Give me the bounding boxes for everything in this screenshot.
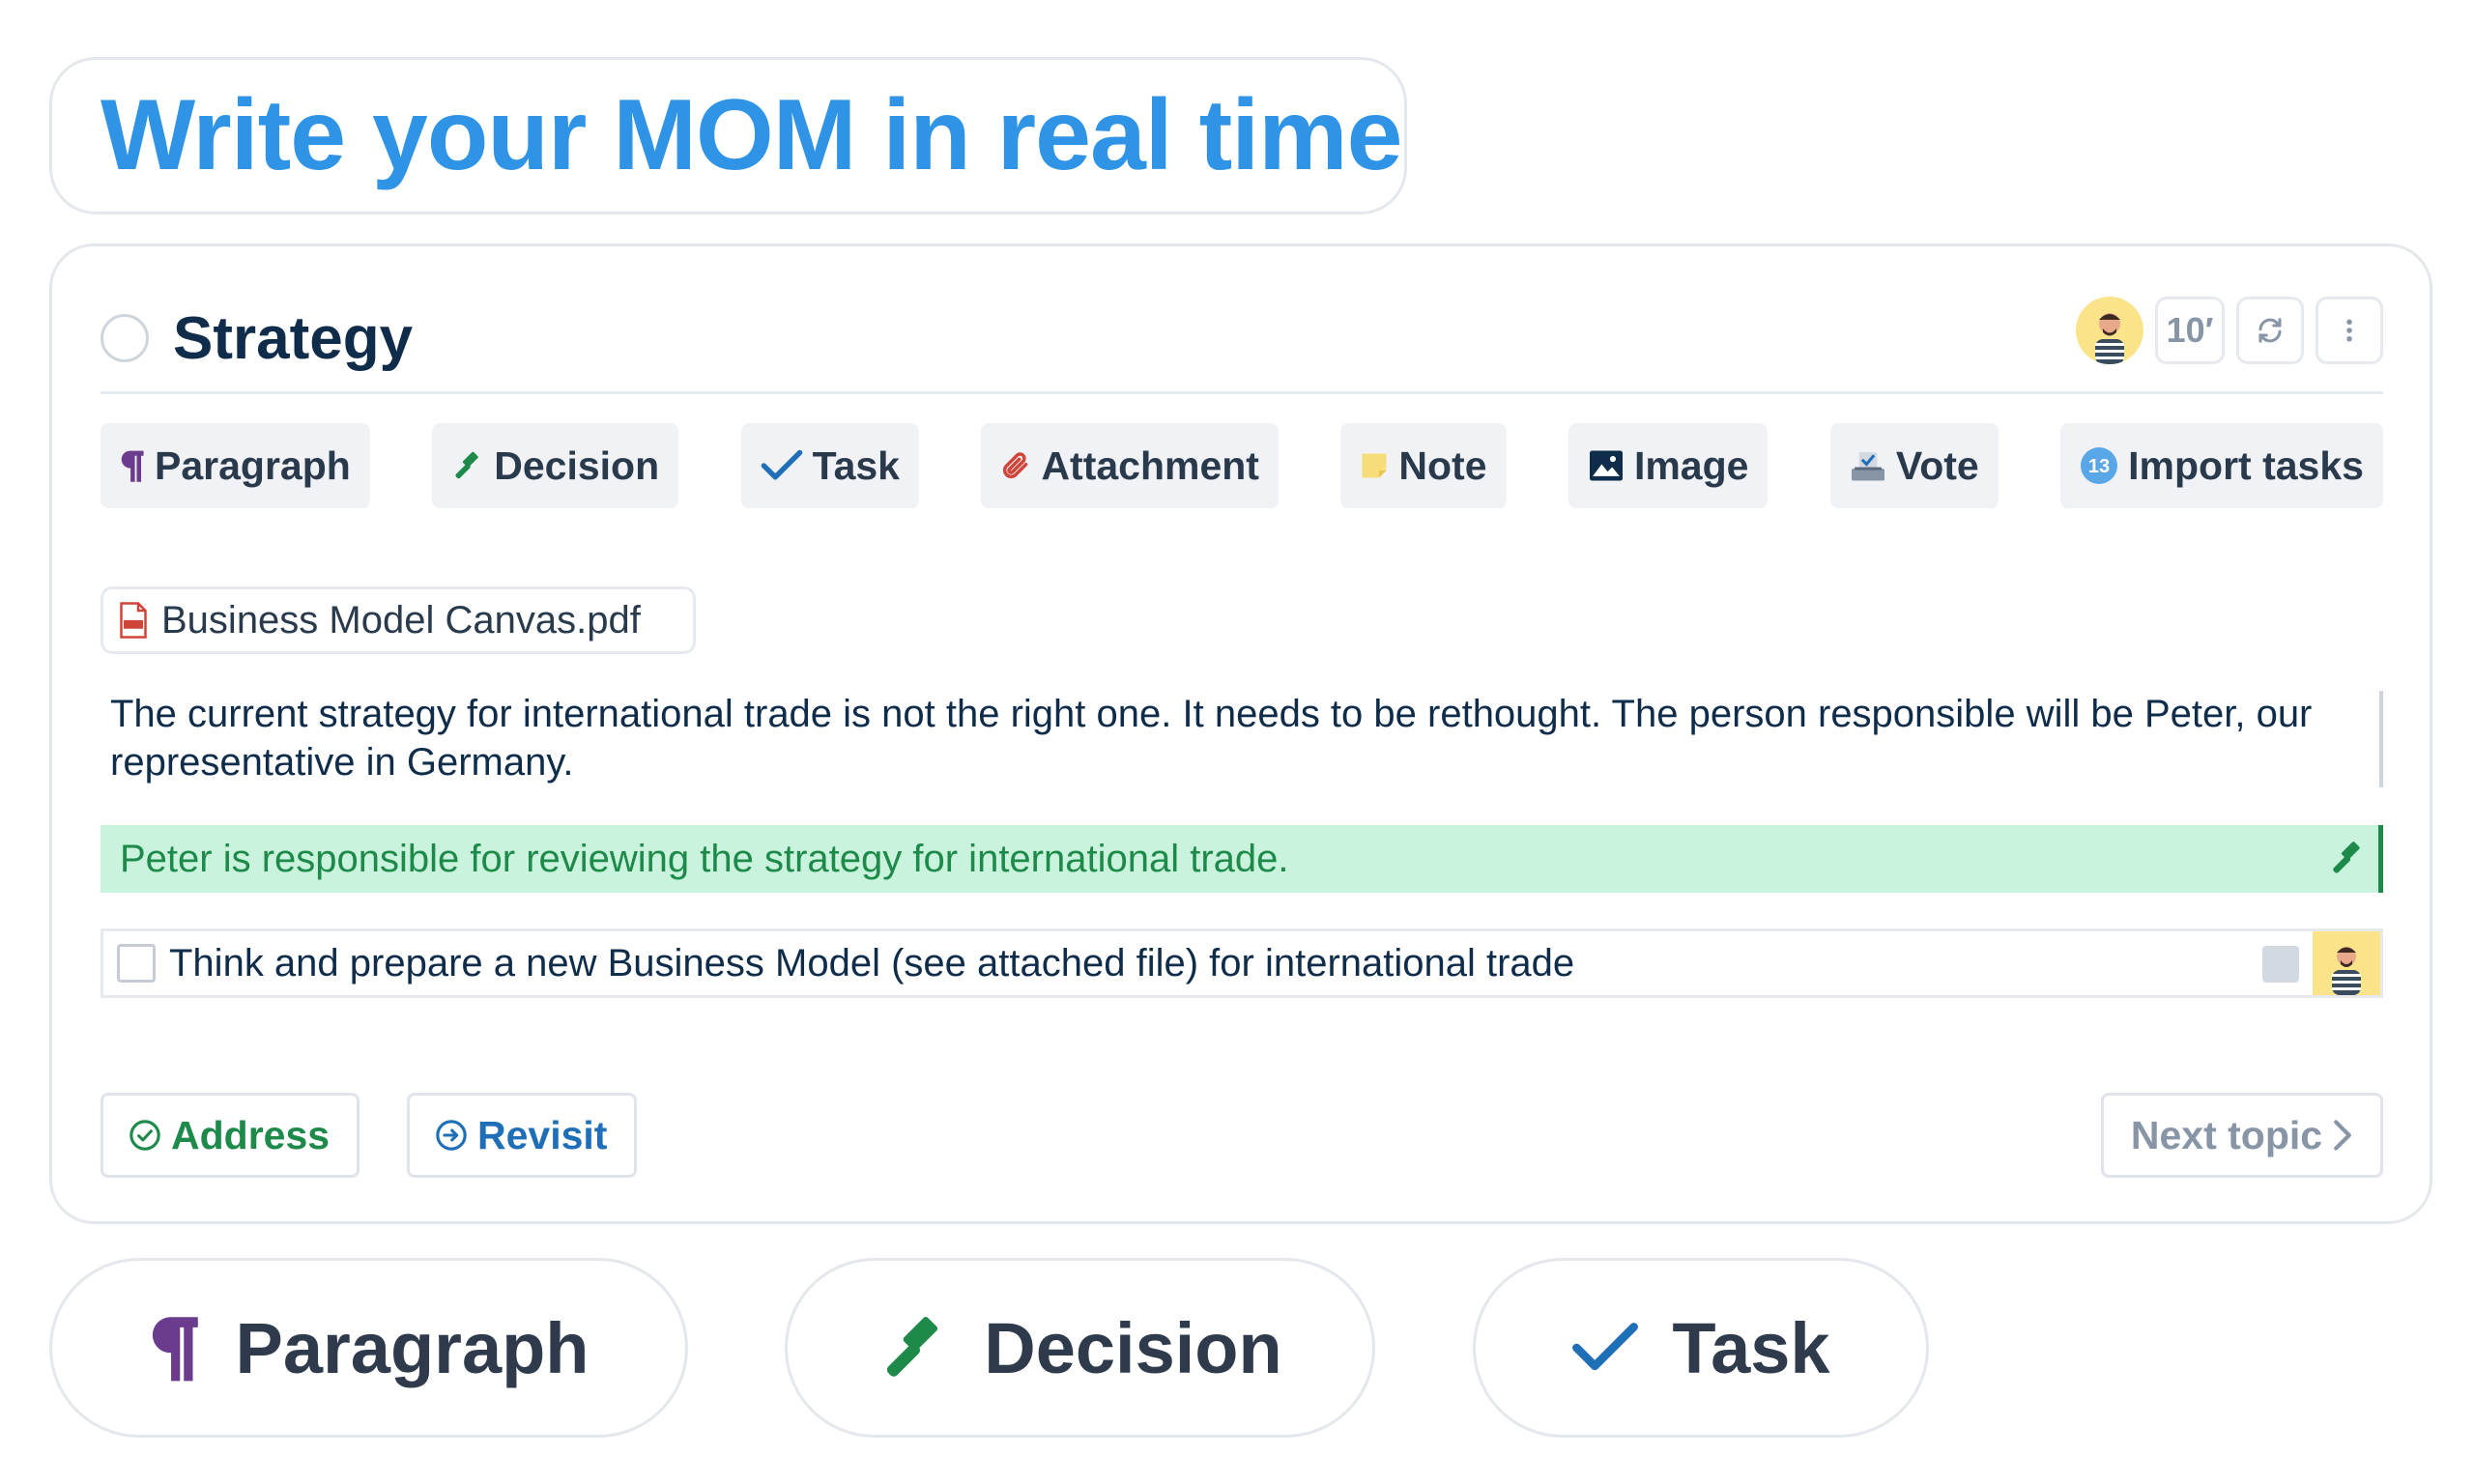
task-assignee-avatar[interactable] (2313, 931, 2380, 995)
topic-title[interactable]: Strategy (173, 302, 413, 376)
pill-decision-label: Decision (984, 1307, 1282, 1388)
next-topic-label: Next topic (2130, 1112, 2323, 1157)
import-badge-count: 13 (2088, 456, 2110, 477)
gavel-icon (887, 1317, 938, 1377)
tool-vote-label: Vote (1895, 442, 1979, 488)
tool-decision-label: Decision (494, 442, 660, 488)
task-block[interactable]: Think and prepare a new Business Model (… (101, 928, 2383, 998)
tool-import-tasks-label: Import tasks (2128, 442, 2364, 488)
paragraph-icon (153, 1317, 199, 1382)
pill-task-label: Task (1672, 1307, 1830, 1388)
import-badge-icon: 13 (2081, 447, 2118, 484)
paragraph-icon (121, 450, 144, 482)
tool-note-label: Note (1398, 442, 1487, 488)
attachment-filename: Business Model Canvas.pdf (161, 598, 641, 642)
paperclip-icon (1003, 452, 1028, 479)
insert-toolbar: Paragraph Decision Task Attachment Note … (101, 423, 2383, 508)
attachment-chip[interactable]: Business Model Canvas.pdf (101, 586, 696, 654)
tool-task[interactable]: Task (740, 423, 919, 508)
tool-image[interactable]: Image (1568, 423, 1769, 508)
presenter-avatar[interactable] (2076, 297, 2143, 364)
tool-import-tasks[interactable]: 13 Import tasks (2060, 423, 2383, 508)
tool-vote[interactable]: Vote (1829, 423, 1999, 508)
gavel-icon (455, 451, 479, 479)
topic-header: Strategy 10′ (101, 295, 2383, 394)
tool-attachment[interactable]: Attachment (981, 423, 1279, 508)
task-text: Think and prepare a new Business Model (… (169, 941, 1575, 985)
revisit-label: Revisit (477, 1112, 608, 1157)
hero-banner: Write your MOM in real time (49, 57, 1407, 214)
tool-decision[interactable]: Decision (432, 423, 679, 508)
next-topic-button[interactable]: Next topic (2101, 1093, 2383, 1178)
image-icon (1589, 450, 1623, 481)
task-due-date-chip[interactable] (2262, 946, 2299, 983)
topic-duration[interactable]: 10′ (2155, 297, 2225, 364)
paragraph-bar (2379, 691, 2383, 787)
sticky-note-icon (1362, 453, 1387, 478)
check-circle-icon (129, 1120, 160, 1151)
gavel-icon (2333, 842, 2360, 873)
feature-pill-paragraph: Paragraph (49, 1258, 688, 1438)
check-icon (761, 449, 802, 480)
pill-paragraph-label: Paragraph (235, 1307, 590, 1388)
check-icon (1572, 1323, 1639, 1371)
more-menu-button[interactable] (2316, 297, 2383, 364)
address-button[interactable]: Address (101, 1093, 360, 1178)
chevron-right-icon (2334, 1120, 2351, 1151)
tool-image-label: Image (1633, 442, 1749, 488)
ballot-box-icon (1851, 452, 1884, 481)
tool-task-label: Task (812, 442, 900, 488)
address-label: Address (171, 1112, 331, 1157)
topic-card: Strategy 10′ Paragraph Decision Task Att… (49, 243, 2432, 1224)
feature-pill-decision: Decision (785, 1258, 1375, 1438)
arrow-circle-right-icon (436, 1120, 467, 1151)
more-vertical-icon (2346, 319, 2352, 342)
tool-attachment-label: Attachment (1041, 442, 1259, 488)
revisit-button[interactable]: Revisit (407, 1093, 637, 1178)
tool-paragraph[interactable]: Paragraph (101, 423, 370, 508)
decision-block[interactable]: Peter is responsible for reviewing the s… (101, 825, 2383, 893)
task-checkbox[interactable] (117, 944, 156, 983)
topic-header-actions: 10′ (2076, 295, 2383, 366)
decision-text: Peter is responsible for reviewing the s… (120, 837, 1289, 880)
topic-status-toggle[interactable] (101, 314, 149, 362)
pdf-file-icon (120, 602, 147, 639)
hero-title: Write your MOM in real time (101, 79, 1402, 191)
feature-pill-task: Task (1473, 1258, 1929, 1438)
tool-paragraph-label: Paragraph (155, 442, 351, 488)
tool-note[interactable]: Note (1340, 423, 1507, 508)
refresh-button[interactable] (2236, 297, 2304, 364)
refresh-icon (2258, 318, 2282, 343)
paragraph-block[interactable]: The current strategy for international t… (110, 690, 2381, 786)
